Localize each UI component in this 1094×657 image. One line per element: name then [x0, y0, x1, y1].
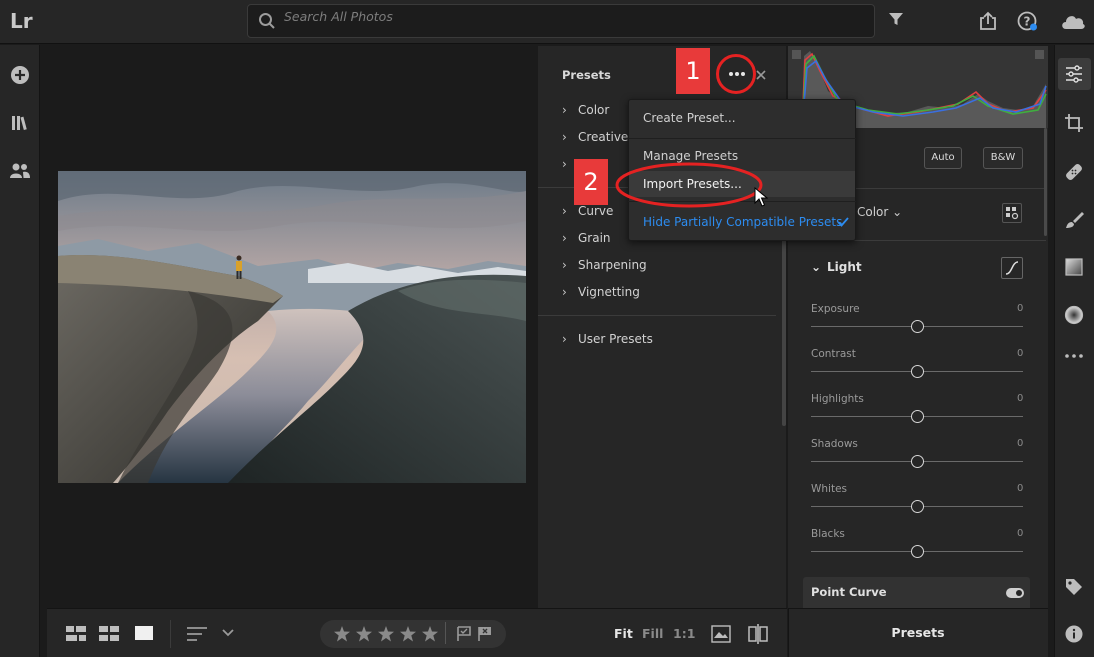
detail-view-icon[interactable] — [135, 626, 153, 640]
blacks-label: Blacks — [811, 528, 845, 540]
preset-group-vignetting[interactable]: › Vignetting — [562, 281, 640, 303]
chevron-right-icon: › — [562, 130, 567, 144]
chevron-right-icon: › — [562, 285, 567, 299]
shadows-slider-handle[interactable] — [911, 455, 924, 468]
annotation-circle-more-options — [715, 53, 757, 95]
healing-brush-icon[interactable] — [1064, 162, 1084, 182]
chevron-down-icon[interactable] — [222, 628, 234, 638]
menu-item-hide-partially-compatible[interactable]: Hide Partially Compatible Presets — [643, 212, 842, 232]
preset-group-color[interactable]: › Color — [562, 99, 609, 121]
profile-dropdown[interactable]: Color ⌄ — [857, 205, 902, 219]
help-icon[interactable]: ? — [1017, 11, 1039, 33]
search-input[interactable]: Search All Photos — [284, 0, 393, 34]
info-icon[interactable] — [1065, 625, 1083, 643]
radial-gradient-icon[interactable] — [1064, 305, 1084, 325]
crop-icon[interactable] — [1064, 113, 1084, 133]
share-icon[interactable] — [979, 11, 997, 31]
tone-curve-icon[interactable] — [1001, 257, 1023, 279]
zoom-fill-button[interactable]: Fill — [642, 626, 663, 641]
chevron-right-icon: › — [562, 103, 567, 117]
app-logo[interactable]: Lr — [10, 9, 33, 33]
toggle-knob — [1016, 590, 1022, 596]
chevron-down-icon: ⌄ — [892, 205, 903, 219]
chevron-right-icon: › — [562, 332, 567, 346]
edit-panel-scrollbar[interactable] — [1044, 128, 1047, 236]
highlights-label: Highlights — [811, 393, 864, 405]
flag-pick-icon[interactable] — [457, 626, 471, 642]
profile-browser-icon[interactable] — [1002, 203, 1022, 223]
preset-group-creative[interactable]: › Creative — [562, 126, 628, 148]
contrast-slider-handle[interactable] — [911, 365, 924, 378]
before-after-icon[interactable] — [748, 624, 768, 644]
whites-slider-handle[interactable] — [911, 500, 924, 513]
sort-icon[interactable] — [187, 627, 209, 641]
library-icon[interactable] — [10, 113, 30, 133]
square-grid-icon[interactable] — [66, 626, 86, 642]
zoom-fit-button[interactable]: Fit — [614, 626, 633, 641]
annotation-step-1: 1 — [676, 48, 710, 94]
filter-icon[interactable] — [888, 11, 904, 27]
blacks-slider-handle[interactable] — [911, 545, 924, 558]
presets-scrollbar[interactable] — [782, 230, 786, 426]
whites-label: Whites — [811, 483, 848, 495]
mouse-cursor-icon — [754, 187, 768, 207]
exposure-slider-handle[interactable] — [911, 320, 924, 333]
preset-group-sharpening[interactable]: › Sharpening — [562, 254, 647, 276]
exposure-value[interactable]: 0 — [1017, 303, 1023, 314]
highlights-value[interactable]: 0 — [1017, 393, 1023, 404]
more-tools-icon[interactable] — [1064, 350, 1084, 362]
shadows-value[interactable]: 0 — [1017, 438, 1023, 449]
bw-button[interactable]: B&W — [983, 147, 1023, 169]
svg-text:?: ? — [1024, 15, 1031, 29]
blacks-value[interactable]: 0 — [1017, 528, 1023, 539]
annotation-circle-import — [612, 160, 768, 210]
divider — [538, 315, 776, 316]
flag-reject-icon[interactable] — [478, 626, 492, 642]
whites-value[interactable]: 0 — [1017, 483, 1023, 494]
tag-icon[interactable] — [1065, 578, 1083, 596]
add-photos-icon[interactable] — [10, 65, 30, 85]
left-rail — [0, 45, 40, 657]
light-section-header[interactable]: ⌄ Light — [811, 260, 862, 274]
photo[interactable] — [58, 171, 526, 483]
linear-gradient-icon[interactable] — [1065, 258, 1083, 276]
preset-group-user-presets[interactable]: › User Presets — [562, 328, 653, 350]
grid-view-icon[interactable] — [99, 626, 119, 642]
annotation-step-2: 2 — [574, 159, 608, 205]
brush-icon[interactable] — [1064, 210, 1084, 230]
compare-view-icon[interactable] — [711, 625, 731, 643]
divider — [170, 620, 171, 648]
menu-item-create-preset[interactable]: Create Preset... — [643, 108, 736, 128]
preset-group-grain[interactable]: › Grain — [562, 227, 611, 249]
star-rating[interactable] — [334, 625, 438, 643]
shadows-label: Shadows — [811, 438, 858, 450]
divider — [628, 138, 856, 139]
chevron-right-icon: › — [562, 231, 567, 245]
contrast-label: Contrast — [811, 348, 856, 360]
point-curve-toggle[interactable] — [1006, 588, 1024, 598]
zoom-1to1-button[interactable]: 1:1 — [673, 626, 695, 641]
highlights-slider-handle[interactable] — [911, 410, 924, 423]
presets-title: Presets — [562, 68, 611, 82]
divider — [445, 622, 446, 644]
chevron-down-icon: ⌄ — [811, 260, 822, 274]
contrast-value[interactable]: 0 — [1017, 348, 1023, 359]
auto-button[interactable]: Auto — [924, 147, 962, 169]
chevron-right-icon: › — [562, 258, 567, 272]
edit-sliders-icon[interactable] — [1064, 64, 1084, 84]
exposure-label: Exposure — [811, 303, 860, 315]
checkmark-icon — [837, 216, 849, 228]
people-icon[interactable] — [9, 162, 31, 180]
point-curve-label: Point Curve — [811, 585, 887, 599]
presets-tab-label[interactable]: Presets — [788, 608, 1048, 657]
cloud-icon[interactable] — [1060, 12, 1086, 30]
search-icon — [258, 12, 276, 30]
